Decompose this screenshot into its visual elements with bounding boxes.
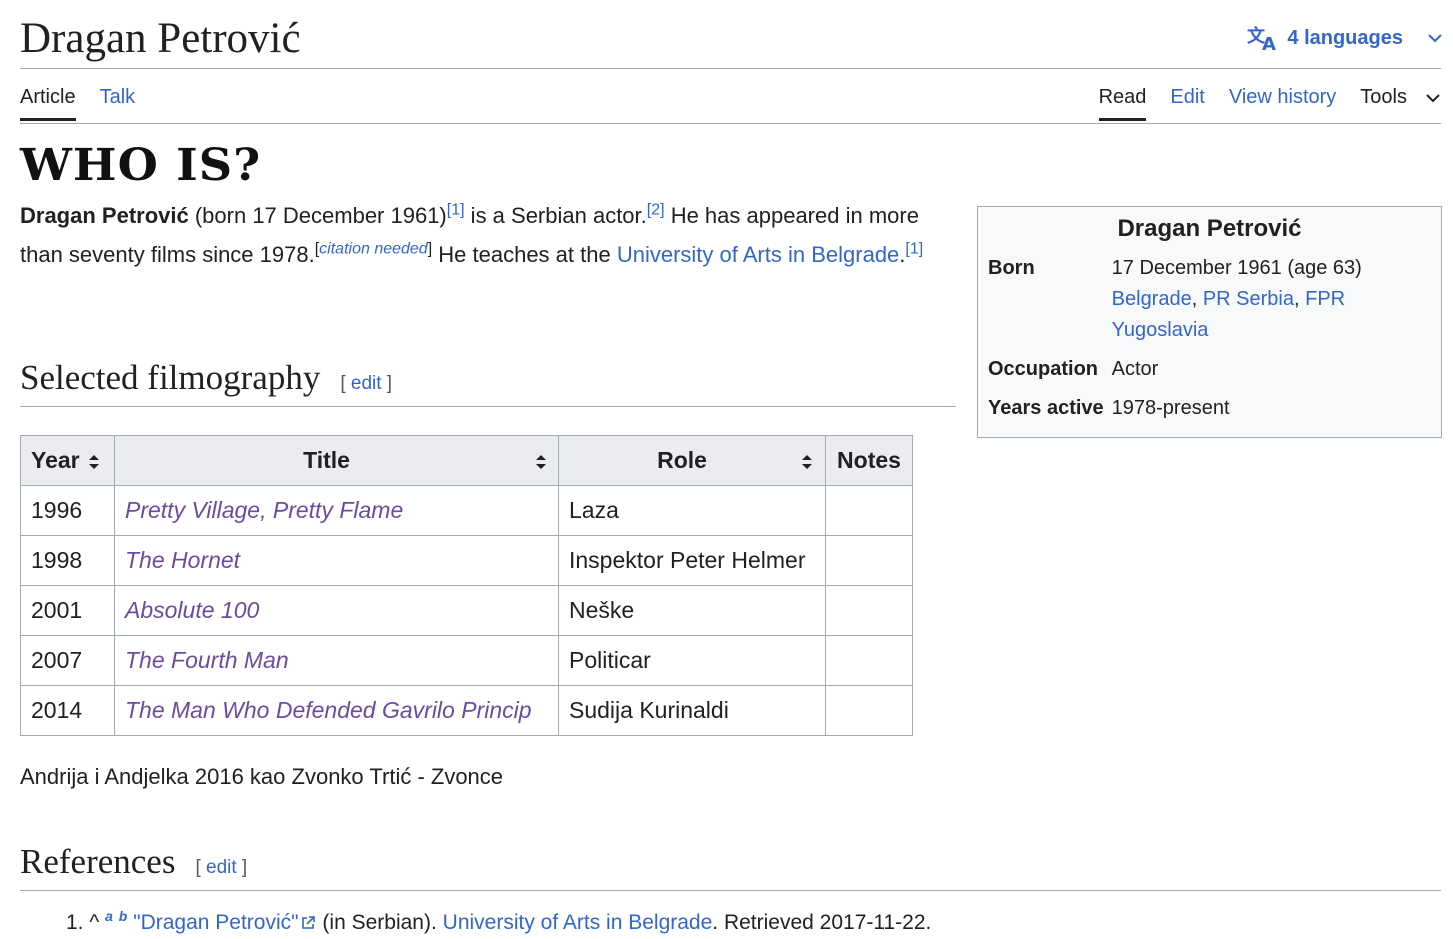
occupation-value: Actor <box>1111 358 1159 380</box>
reference-number: 1. <box>66 911 84 934</box>
svg-text:A: A <box>1262 34 1276 52</box>
citation-needed-link[interactable]: citation needed <box>319 241 428 258</box>
header-divider <box>20 68 1441 69</box>
column-header-year[interactable]: Year <box>20 435 115 486</box>
infobox: Dragan Petrović Born 17 December 1961 (a… <box>977 206 1442 438</box>
film-title-link[interactable]: The Man Who Defended Gavrilo Princip <box>114 685 559 736</box>
tools-label: Tools <box>1360 86 1407 108</box>
tab-article[interactable]: Article <box>20 86 76 121</box>
tabs-divider <box>20 123 1441 124</box>
sort-icon <box>88 454 99 469</box>
cell-role: Sudija Kurinaldi <box>558 685 826 736</box>
cell-year: 2007 <box>20 635 115 686</box>
tab-edit[interactable]: Edit <box>1170 86 1204 119</box>
pr-serbia-link[interactable]: PR Serbia <box>1203 288 1294 310</box>
sort-icon <box>535 454 546 469</box>
translate-icon: 文 A <box>1247 25 1276 52</box>
born-value: 17 December 1961 (age 63) Belgrade, PR S… <box>1111 257 1362 341</box>
cell-notes <box>825 535 913 586</box>
edit-section-link: [ edit ] <box>195 857 248 878</box>
ref-link-3[interactable]: [1] <box>905 241 923 258</box>
university-link[interactable]: University of Arts in Belgrade <box>617 242 899 267</box>
languages-button[interactable]: 文 A 4 languages <box>1247 24 1443 52</box>
filmography-table: Year Title Role Notes 1996 Pretty Villag… <box>20 435 913 736</box>
reference-caret: ^ <box>89 911 100 934</box>
table-row: 1998 The Hornet Inspektor Peter Helmer <box>20 535 913 586</box>
infobox-title: Dragan Petrović <box>1117 215 1302 242</box>
ref-link-2[interactable]: [2] <box>647 202 665 219</box>
chevron-down-icon <box>1428 34 1442 43</box>
cell-role: Inspektor Peter Helmer <box>558 535 826 586</box>
column-header-role[interactable]: Role <box>558 435 826 486</box>
page-title: Dragan Petrović <box>20 15 301 62</box>
edit-references-button[interactable]: edit <box>206 857 237 878</box>
column-header-title[interactable]: Title <box>114 435 559 486</box>
view-tabs: Read Edit View history Tools <box>1098 86 1441 121</box>
tab-talk[interactable]: Talk <box>100 86 136 119</box>
reference-title-link[interactable]: "Dragan Petrović" <box>133 911 316 934</box>
table-row: 2001 Absolute 100 Neške <box>20 585 913 636</box>
backlink-a[interactable]: a <box>105 908 113 924</box>
namespace-tabs: Article Talk <box>20 86 136 121</box>
cell-notes <box>825 585 913 636</box>
reference-lang-note: (in Serbian). <box>316 911 443 934</box>
filmography-heading-row: Selected filmography [ edit ] <box>20 358 956 407</box>
cell-year: 1996 <box>20 485 115 536</box>
years-active-label: Years active <box>988 397 1104 419</box>
external-link-icon <box>301 916 315 930</box>
who-is-logo: WHO IS? <box>20 140 262 191</box>
edit-section-link: [ edit ] <box>340 373 393 394</box>
cell-role: Politicar <box>558 635 826 686</box>
born-text: (born 17 December 1961) <box>188 203 447 228</box>
born-label: Born <box>988 257 1035 279</box>
chevron-down-icon <box>1426 93 1440 102</box>
cell-year: 1998 <box>20 535 115 586</box>
belgrade-link[interactable]: Belgrade <box>1112 288 1192 310</box>
table-row: 1996 Pretty Village, Pretty Flame Laza <box>20 485 913 536</box>
film-title-link[interactable]: Absolute 100 <box>114 585 559 636</box>
references-heading-row: References [ edit ] <box>20 842 1441 891</box>
tools-menu[interactable]: Tools <box>1360 86 1441 119</box>
teaches-text: He teaches at the <box>432 242 617 267</box>
sort-icon <box>802 454 812 469</box>
reference-list: 1. ^ a b "Dragan Petrović" (in Serbian).… <box>66 908 931 935</box>
cell-role: Neške <box>558 585 826 636</box>
references-heading: References <box>20 842 176 881</box>
reference-publisher-link[interactable]: University of Arts in Belgrade <box>443 911 713 934</box>
film-title-link[interactable]: The Hornet <box>114 535 559 586</box>
tab-view-history[interactable]: View history <box>1229 86 1336 119</box>
years-active-value: 1978-present <box>1111 397 1230 419</box>
cell-notes <box>825 685 913 736</box>
filmography-heading: Selected filmography <box>20 358 321 397</box>
reference-retrieved: . Retrieved 2017-11-22. <box>712 911 932 934</box>
edit-filmography-button[interactable]: edit <box>351 373 382 394</box>
cell-role: Laza <box>558 485 826 536</box>
backlink-b[interactable]: b <box>119 908 128 924</box>
ref-link-1[interactable]: [1] <box>447 202 465 219</box>
actor-text: is a Serbian actor. <box>464 203 647 228</box>
cell-year: 2014 <box>20 685 115 736</box>
tab-read[interactable]: Read <box>1098 86 1146 121</box>
film-title-link[interactable]: Pretty Village, Pretty Flame <box>114 485 559 536</box>
table-row: 2014 The Man Who Defended Gavrilo Princi… <box>20 685 913 736</box>
cell-notes <box>825 635 913 686</box>
column-header-notes: Notes <box>825 435 913 486</box>
extra-film-line: Andrija i Andjelka 2016 kao Zvonko Trtić… <box>20 764 504 789</box>
intro-paragraph: Dragan Petrović (born 17 December 1961)[… <box>20 201 924 267</box>
table-row: 2007 The Fourth Man Politicar <box>20 635 913 686</box>
cell-year: 2001 <box>20 585 115 636</box>
languages-label: 4 languages <box>1287 26 1403 49</box>
subject-name: Dragan Petrović <box>20 203 189 228</box>
cell-notes <box>825 485 913 536</box>
occupation-label: Occupation <box>988 358 1099 380</box>
film-title-link[interactable]: The Fourth Man <box>114 635 559 686</box>
